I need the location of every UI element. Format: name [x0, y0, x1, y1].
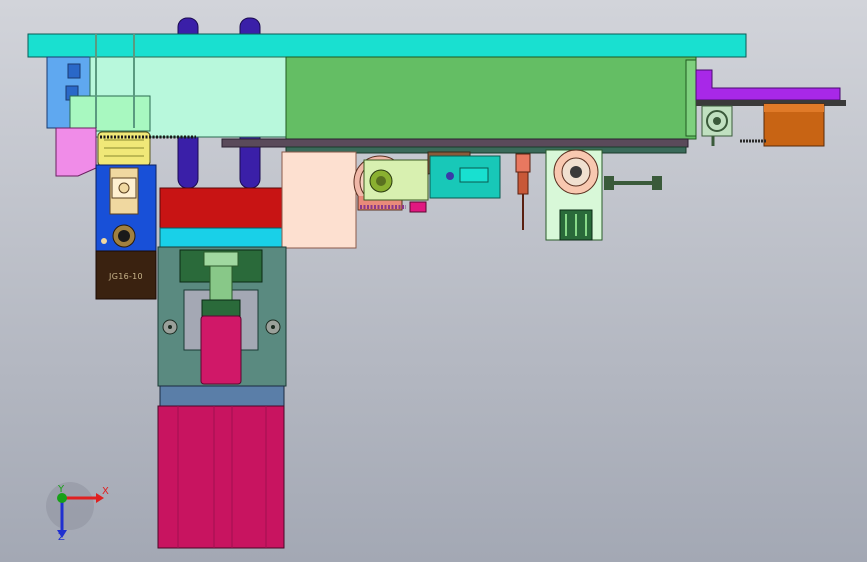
rod-cover [200, 315, 242, 385]
right-pulley-assembly [545, 149, 603, 241]
pink-bracket [55, 127, 97, 177]
mechanism-drawing: JG16-10 X Y Z [27, 17, 846, 549]
pneumatic-cylinder: JG16-10 [95, 250, 157, 300]
red-slider-block [159, 187, 285, 229]
triad-y-label: Y [57, 484, 65, 495]
base-plate [159, 385, 285, 407]
cylinder-label: JG16-10 [108, 272, 143, 281]
axis-triad: X Y Z [46, 482, 109, 543]
pink-bolt [409, 201, 427, 213]
orange-end-block [740, 103, 825, 147]
top-mounting-plate [27, 33, 747, 58]
main-green-block [285, 56, 697, 140]
cyan-strip [159, 227, 285, 248]
triad-z-label: Z [58, 532, 65, 543]
rail-strip [221, 138, 689, 148]
main-cylinder-body [157, 405, 285, 549]
adjust-screw [604, 176, 662, 190]
peach-block [281, 151, 357, 249]
triad-x-label: X [102, 486, 109, 497]
clamp-assembly [95, 164, 157, 252]
mint-insert [69, 95, 151, 132]
needle-tool [515, 153, 531, 230]
cad-viewport[interactable]: JG16-10 X Y Z [0, 0, 867, 562]
